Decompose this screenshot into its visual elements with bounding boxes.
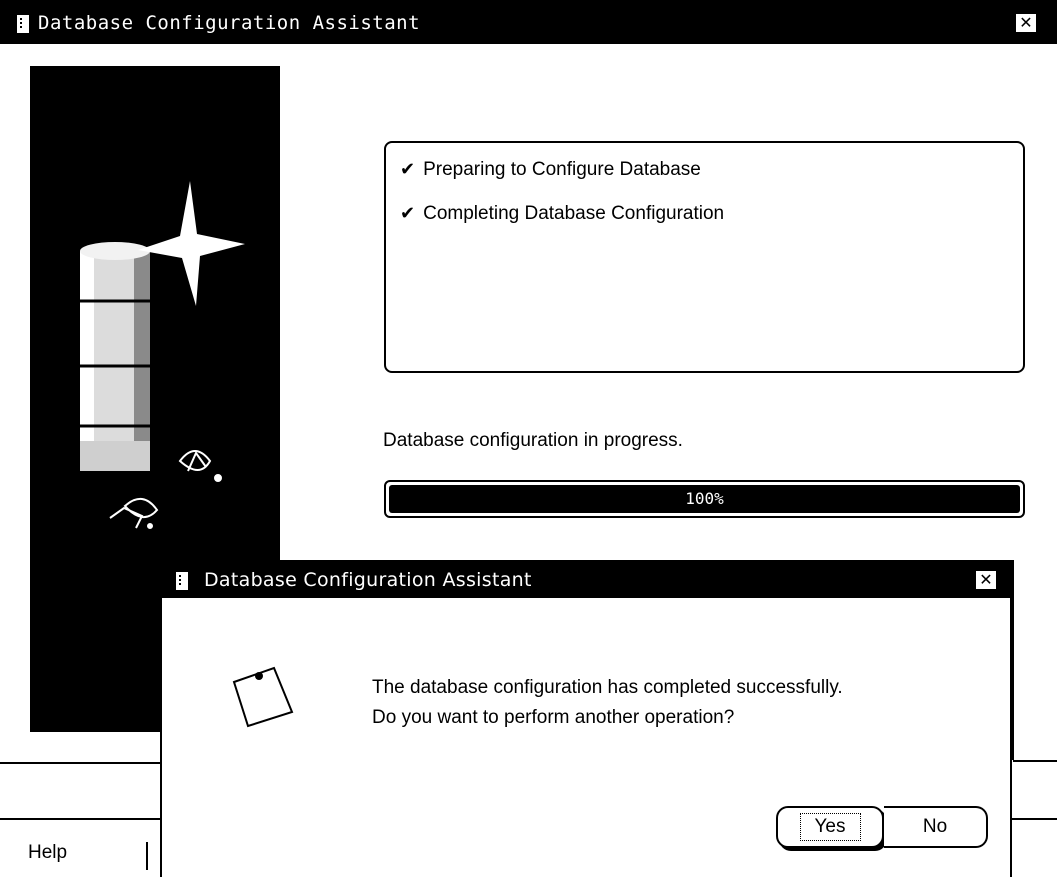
window-edge — [1012, 560, 1014, 760]
checkmark-icon: ✔ — [400, 159, 416, 179]
window-title: Database Configuration Assistant — [38, 12, 421, 34]
close-icon[interactable]: ✕ — [974, 569, 998, 591]
step-label: Preparing to Configure Database — [423, 159, 701, 180]
progress-bar: 100% — [384, 480, 1025, 518]
dialog-titlebar[interactable]: Database Configuration Assistant ✕ — [162, 560, 1010, 598]
step-item: ✔ Preparing to Configure Database — [400, 159, 701, 181]
dialog-message: The database configuration has completed… — [372, 673, 843, 733]
yes-button[interactable]: Yes — [776, 806, 884, 848]
help-button[interactable]: Help — [28, 842, 67, 864]
yes-label: Yes — [799, 813, 861, 841]
progress-percent: 100% — [685, 489, 724, 508]
app-icon — [16, 14, 30, 34]
main-titlebar[interactable]: Database Configuration Assistant ✕ — [0, 0, 1057, 44]
note-icon — [232, 666, 294, 728]
step-label: Completing Database Configuration — [423, 203, 725, 224]
sparkle-star-icon — [138, 181, 245, 306]
progress-label: Database configuration in progress. — [383, 430, 683, 451]
close-icon[interactable]: ✕ — [1014, 12, 1038, 34]
help-button-edge — [146, 842, 148, 870]
step-item: ✔ Completing Database Configuration — [400, 203, 724, 225]
steps-list: ✔ Preparing to Configure Database ✔ Comple… — [384, 141, 1025, 373]
divider — [0, 818, 160, 820]
no-button[interactable]: No — [884, 806, 988, 848]
message-line: Do you want to perform another operation… — [372, 707, 735, 728]
message-line: The database configuration has completed… — [372, 677, 843, 698]
confirmation-dialog: Database Configuration Assistant ✕ The d… — [160, 560, 1012, 877]
divider — [0, 762, 160, 764]
checkmark-icon: ✔ — [400, 203, 416, 223]
app-icon — [175, 571, 189, 591]
database-cylinder-icon — [80, 242, 150, 471]
window-edge — [1013, 760, 1057, 762]
divider — [1008, 818, 1057, 820]
dialog-title: Database Configuration Assistant — [204, 569, 532, 591]
